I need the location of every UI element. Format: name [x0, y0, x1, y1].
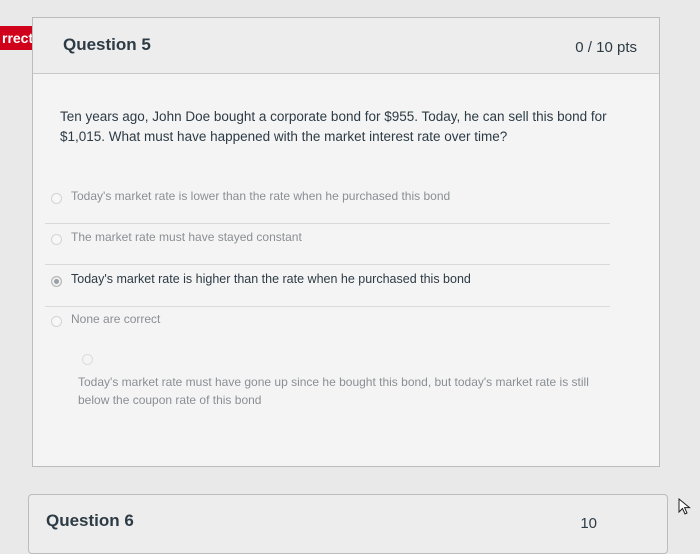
answer-label-3: Today's market rate is higher than the r…	[71, 272, 471, 286]
answer-option-1[interactable]: Today's market rate is lower than the ra…	[45, 183, 610, 224]
question-text: Ten years ago, John Doe bought a corpora…	[60, 109, 607, 144]
answer-label-2: The market rate must have stayed constan…	[71, 230, 302, 244]
radio-button-1[interactable]	[51, 193, 62, 204]
question-points: 0 / 10 pts	[575, 39, 637, 56]
answer-option-3[interactable]: Today's market rate is higher than the r…	[45, 266, 610, 307]
radio-button-2[interactable]	[51, 234, 62, 245]
pointer-cursor-icon	[678, 498, 691, 515]
written-answer-text: Today's market rate must have gone up si…	[78, 375, 589, 407]
answer-label-1: Today's market rate is lower than the ra…	[71, 189, 451, 203]
answer-label-4: None are correct	[71, 312, 161, 326]
answer-option-4[interactable]: None are correct	[45, 306, 610, 346]
next-question-points: 10	[580, 515, 597, 532]
radio-button-4[interactable]	[51, 316, 62, 327]
written-answer-radio[interactable]	[82, 354, 93, 365]
next-question-title: Question 6	[46, 511, 134, 530]
answer-option-2[interactable]: The market rate must have stayed constan…	[45, 224, 610, 265]
question-title: Question 5	[63, 35, 151, 54]
radio-button-3-selected[interactable]	[51, 276, 62, 287]
question-header: Question 5 0 / 10 pts	[33, 18, 659, 74]
next-question-card: Question 6 10	[28, 494, 668, 554]
